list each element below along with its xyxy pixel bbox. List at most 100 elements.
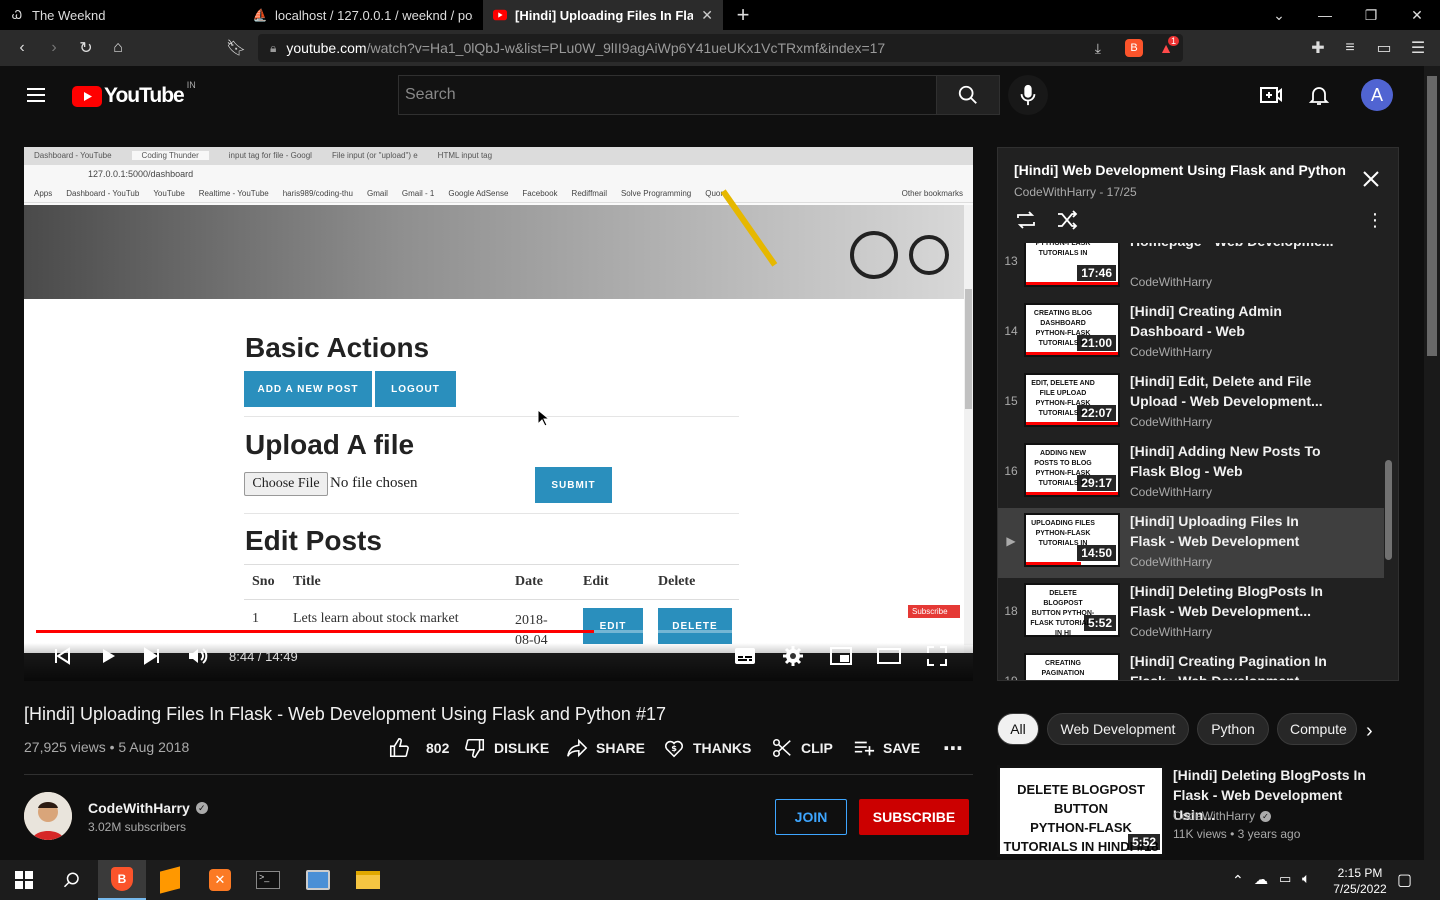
playlist-item[interactable]: 19 CREATING PAGINATION PYTHON-FLASK TUTOR… [998, 648, 1384, 681]
volume-tray-icon[interactable]: 🔈︎ [1302, 870, 1310, 887]
share-button[interactable]: SHARE [566, 737, 645, 759]
new-tab-button[interactable]: + [720, 0, 766, 30]
close-playlist-icon[interactable] [1362, 170, 1380, 188]
bookmark-icon[interactable]: 🔖︎ [220, 30, 252, 66]
taskbar-search-icon[interactable] [48, 860, 96, 900]
search-input[interactable]: Search [398, 75, 937, 115]
playlist-scrollbar[interactable] [1385, 243, 1393, 680]
subscribe-button[interactable]: SUBSCRIBE [859, 799, 969, 835]
delete-post-button[interactable]: DELETE [658, 608, 732, 644]
address-bar[interactable]: 🔒︎ youtube.com/watch?v=Ha1_0lQbJ-w&list=… [258, 34, 1183, 62]
chip-computer[interactable]: Compute [1277, 713, 1357, 745]
recommended-thumbnail[interactable]: DELETE BLOGPOST BUTTON PYTHON-FLASK TUTO… [997, 765, 1165, 857]
download-icon[interactable]: ⤓ [1095, 40, 1101, 57]
chip-python[interactable]: Python [1197, 713, 1269, 745]
save-button[interactable]: SAVE [853, 737, 920, 759]
playlist-more-icon[interactable]: ⋮ [1366, 210, 1384, 231]
chips-next-icon[interactable]: › [1366, 720, 1373, 743]
playlist-item[interactable]: 15 EDIT, DELETE AND FILE UPLOAD PYTHON-FL… [998, 368, 1384, 438]
playlist-scrollbar-thumb[interactable] [1385, 460, 1392, 560]
wallet-icon[interactable]: ▭ [1368, 30, 1400, 66]
channel-name[interactable]: CodeWithHarry ✓ [88, 800, 208, 816]
dislike-button[interactable]: DISLIKE [464, 737, 549, 759]
playlist-item-title: [Hindi] Creating Pagination In Flask - W… [1130, 653, 1327, 681]
notifications-bell-icon[interactable] [1307, 83, 1331, 107]
brave-browser-icon[interactable]: B [98, 860, 146, 900]
subscribe-watermark[interactable]: Subscribe [908, 605, 960, 618]
media-controls-icon[interactable]: ≡ [1334, 30, 1366, 66]
forward-icon[interactable]: › [38, 30, 70, 66]
browser-tab-youtube[interactable]: [Hindi] Uploading Files In Flask - W ✕ [483, 0, 723, 30]
home-icon[interactable]: ⌂ [102, 30, 134, 66]
extensions-icon[interactable]: ✚ [1302, 30, 1334, 66]
playlist-title[interactable]: [Hindi] Web Development Using Flask and … [1014, 162, 1346, 178]
video-player[interactable]: Dashboard - YouTube Coding Thunder input… [24, 147, 973, 681]
playlist-item[interactable]: 16 ADDING NEW POSTS TO BLOG PYTHON-FLASK … [998, 438, 1384, 508]
chip-web-development[interactable]: Web Development [1047, 713, 1189, 745]
control-panel-icon[interactable] [294, 860, 342, 900]
account-avatar[interactable]: A [1361, 79, 1393, 111]
fullscreen-icon[interactable] [921, 644, 953, 668]
xampp-icon[interactable]: ✕ [196, 860, 244, 900]
browser-tab-phpmyadmin[interactable]: ⛵ localhost / 127.0.0.1 / weeknd / posts [243, 0, 483, 30]
share-icon [567, 738, 588, 758]
menu-icon[interactable]: ☰ [1402, 30, 1434, 66]
reload-icon[interactable]: ↻ [70, 30, 102, 66]
playlist-item[interactable]: 13 PYTHON-FLASK TUTORIALS IN 17:46 Homepage… [998, 243, 1384, 298]
network-icon[interactable]: ▭ [1279, 871, 1291, 887]
chip-all[interactable]: All [997, 713, 1039, 745]
next-icon[interactable] [136, 644, 168, 668]
playlist-item[interactable]: 14 CREATING BLOG DASHBOARD PYTHON-FLASK T… [998, 298, 1384, 368]
channel-avatar[interactable] [24, 792, 72, 840]
add-new-post-button[interactable]: ADD A NEW POST [244, 371, 372, 407]
back-icon[interactable]: ‹ [6, 30, 38, 66]
logout-button[interactable]: LOGOUT [375, 371, 456, 407]
watched-progress [1026, 422, 1118, 425]
shuffle-icon[interactable] [1056, 210, 1078, 230]
close-window-button[interactable]: ✕ [1394, 0, 1440, 30]
close-tab-icon[interactable]: ✕ [701, 7, 713, 24]
like-button[interactable]: 802 [388, 737, 449, 759]
create-video-icon[interactable] [1259, 83, 1283, 107]
more-actions-icon[interactable]: ⋯ [943, 737, 963, 760]
subtitles-icon[interactable] [729, 644, 761, 668]
settings-gear-icon[interactable] [777, 644, 809, 668]
edit-post-button[interactable]: EDIT [583, 608, 643, 644]
voice-search-button[interactable] [1008, 75, 1048, 115]
previous-icon[interactable] [46, 644, 78, 668]
minimize-button[interactable]: — [1302, 0, 1348, 30]
youtube-logo[interactable]: YouTube IN [72, 80, 196, 108]
choose-file-button[interactable]: Choose File [244, 472, 328, 496]
terminal-icon[interactable]: >_ [244, 860, 292, 900]
search-button[interactable] [936, 75, 1000, 115]
brave-shields-icon[interactable]: B [1125, 39, 1143, 57]
miniplayer-icon[interactable] [825, 644, 857, 668]
playlist-item[interactable]: 18 DELETE BLOGPOST BUTTON PYTHON-FLASK TU… [998, 578, 1384, 648]
volume-icon[interactable] [182, 644, 214, 668]
restore-button[interactable]: ❐ [1348, 0, 1394, 30]
playlist-item-index: 15 [1004, 394, 1018, 408]
sublime-text-icon[interactable] [146, 860, 194, 900]
hamburger-menu-icon[interactable] [24, 83, 48, 107]
play-icon[interactable] [92, 644, 124, 668]
submit-button[interactable]: SUBMIT [535, 467, 612, 503]
playlist-item-current[interactable]: ▶ UPLOADING FILES PYTHON-FLASK TUTORIALS … [998, 508, 1384, 578]
theater-mode-icon[interactable] [873, 644, 905, 668]
browser-tab-weeknd[interactable]: Ꮗ The Weeknd [0, 0, 243, 30]
loop-playlist-icon[interactable] [1014, 210, 1038, 230]
page-scrollbar-thumb[interactable] [1427, 76, 1437, 356]
recommended-channel[interactable]: CodeWithHarry ✓ [1173, 809, 1272, 823]
progress-bar[interactable] [36, 630, 961, 633]
page-scrollbar[interactable] [1424, 66, 1440, 860]
clock[interactable]: 2:15 PM 7/25/2022 [1330, 865, 1390, 897]
windows-start-icon[interactable] [0, 860, 48, 900]
onedrive-icon[interactable]: ☁︎ [1254, 871, 1268, 888]
thanks-button[interactable]: $ THANKS [663, 737, 751, 759]
file-explorer-icon[interactable] [344, 860, 392, 900]
show-hidden-icons-icon[interactable]: ⌃ [1232, 872, 1244, 889]
tab-search-icon[interactable]: ⌄ [1256, 0, 1302, 30]
watched-progress [1026, 562, 1082, 565]
clip-button[interactable]: CLIP [771, 737, 833, 759]
notifications-center-icon[interactable]: ▢ [1397, 870, 1412, 890]
join-button[interactable]: JOIN [775, 799, 847, 835]
